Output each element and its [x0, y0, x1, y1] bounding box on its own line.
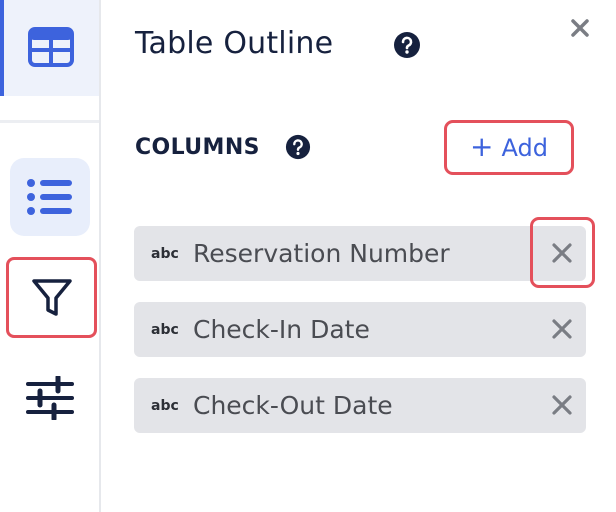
- column-item[interactable]: abc Check-In Date: [134, 302, 586, 357]
- rail-divider: [0, 120, 99, 123]
- list-icon[interactable]: [10, 158, 90, 236]
- type-badge: abc: [151, 397, 179, 414]
- type-badge: abc: [151, 321, 179, 338]
- table-outline-screen: Table Outline COLUMNS + Add abc Reservat…: [0, 0, 616, 512]
- remove-icon[interactable]: [548, 391, 576, 419]
- page-title: Table Outline: [135, 26, 334, 61]
- add-column-button[interactable]: + Add: [444, 120, 574, 175]
- column-name: Check-Out Date: [193, 391, 393, 420]
- left-rail: [0, 0, 101, 512]
- column-item[interactable]: abc Check-Out Date: [134, 378, 586, 433]
- type-badge: abc: [151, 245, 179, 262]
- add-button-label: Add: [501, 133, 548, 162]
- remove-icon[interactable]: [548, 239, 576, 267]
- column-name: Reservation Number: [193, 239, 450, 268]
- remove-icon[interactable]: [548, 315, 576, 343]
- help-icon[interactable]: [284, 133, 312, 161]
- filter-icon[interactable]: [6, 257, 97, 338]
- column-item[interactable]: abc Reservation Number: [134, 226, 586, 281]
- table-icon[interactable]: [26, 22, 76, 72]
- column-name: Check-In Date: [193, 315, 370, 344]
- sliders-icon[interactable]: [24, 372, 76, 424]
- help-icon[interactable]: [392, 30, 422, 60]
- rail-active-indicator: [0, 0, 4, 96]
- plus-icon: +: [470, 129, 494, 163]
- close-icon[interactable]: [566, 14, 594, 42]
- columns-heading: COLUMNS: [135, 135, 260, 160]
